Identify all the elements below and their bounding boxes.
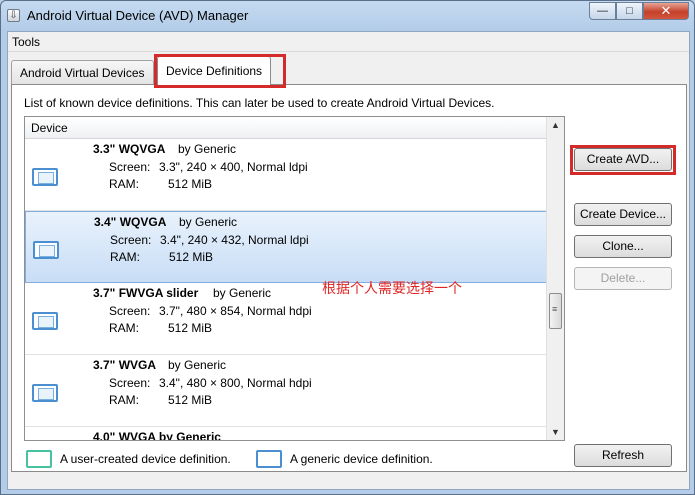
device-vendor: by Generic: [179, 215, 238, 229]
device-ram-label: RAM:: [109, 393, 139, 407]
create-avd-highlight: [570, 145, 676, 175]
device-name: 3.3" WQVGA: [93, 142, 166, 156]
device-table: Device 3.3" WQVGA by Generic Screen: 3.3…: [24, 116, 565, 441]
generic-device-icon: [256, 450, 282, 468]
user-device-icon: [26, 450, 52, 468]
table-row-selected[interactable]: 3.4" WQVGA by Generic Screen: 3.4", 240 …: [25, 211, 547, 283]
vertical-scrollbar[interactable]: ▲ ▼: [546, 117, 564, 440]
annotation-note: 根据个人需要选择一个: [322, 281, 462, 297]
device-screen-label: Screen:: [109, 160, 151, 174]
generic-device-icon: [33, 241, 59, 259]
scroll-up-arrow-icon[interactable]: ▲: [551, 120, 560, 130]
scrollbar-thumb[interactable]: [549, 293, 562, 329]
generic-device-icon: [32, 312, 58, 330]
close-button[interactable]: ✕: [643, 2, 689, 20]
client-area: Tools Android Virtual Devices List of kn…: [7, 31, 690, 490]
device-vendor: by Generic: [168, 358, 227, 372]
device-vendor: by Generic: [178, 142, 237, 156]
legend-generic: A generic device definition.: [290, 452, 433, 466]
window-title: Android Virtual Device (AVD) Manager: [27, 8, 249, 23]
device-screen-label: Screen:: [109, 304, 151, 318]
scroll-down-arrow-icon[interactable]: ▼: [551, 427, 560, 437]
generic-device-icon: [32, 384, 58, 402]
generic-device-icon: [32, 168, 58, 186]
partial-row-label: 4.0" WVGA by Generic: [93, 430, 221, 441]
table-row[interactable]: 3.7" FWVGA slider by Generic Screen: 3.7…: [25, 283, 547, 355]
table-row[interactable]: 3.7" WVGA by Generic Screen: 3.4", 480 ×…: [25, 355, 547, 427]
minimize-button[interactable]: —: [589, 2, 616, 20]
tab-android-virtual-devices[interactable]: Android Virtual Devices: [11, 60, 154, 84]
menu-tools[interactable]: Tools: [12, 35, 40, 49]
avd-manager-window: ⇩ Android Virtual Device (AVD) Manager —…: [0, 0, 695, 495]
device-ram: 512 MiB: [168, 177, 213, 191]
device-ram: 512 MiB: [168, 321, 213, 335]
legend-user: A user-created device definition.: [60, 452, 231, 466]
device-screen: 3.3", 240 × 400, Normal ldpi: [159, 160, 308, 174]
app-download-icon: ⇩: [7, 9, 20, 22]
device-screen: 3.7", 480 × 854, Normal hdpi: [159, 304, 312, 318]
device-name: 3.4" WQVGA: [94, 215, 167, 229]
device-name: 3.7" WVGA: [93, 358, 157, 372]
device-screen-label: Screen:: [109, 376, 151, 390]
create-device-button[interactable]: Create Device...: [574, 203, 672, 226]
table-row[interactable]: 3.3" WQVGA by Generic Screen: 3.3", 240 …: [25, 139, 547, 211]
device-screen-label: Screen:: [110, 233, 152, 247]
title-bar[interactable]: ⇩ Android Virtual Device (AVD) Manager —…: [1, 1, 694, 31]
window-controls: — □ ✕: [589, 2, 689, 20]
device-ram-label: RAM:: [109, 177, 139, 191]
device-ram: 512 MiB: [168, 393, 213, 407]
clone-button[interactable]: Clone...: [574, 235, 672, 258]
device-definitions-tab-highlight: [154, 54, 286, 88]
table-header: Device: [25, 117, 547, 139]
device-ram-label: RAM:: [109, 321, 139, 335]
column-header-device[interactable]: Device: [31, 121, 68, 135]
delete-button[interactable]: Delete...: [574, 267, 672, 290]
device-ram-label: RAM:: [110, 250, 140, 264]
maximize-button[interactable]: □: [616, 2, 643, 20]
device-screen: 3.4", 480 × 800, Normal hdpi: [159, 376, 312, 390]
device-screen: 3.4", 240 × 432, Normal ldpi: [160, 233, 309, 247]
device-ram: 512 MiB: [169, 250, 214, 264]
device-definitions-panel: List of known device definitions. This c…: [11, 84, 687, 472]
menu-bar: Tools: [8, 32, 689, 52]
panel-description: List of known device definitions. This c…: [24, 96, 495, 110]
device-name: 3.7" FWVGA slider: [93, 286, 199, 300]
device-vendor: by Generic: [213, 286, 272, 300]
refresh-button[interactable]: Refresh: [574, 444, 672, 467]
